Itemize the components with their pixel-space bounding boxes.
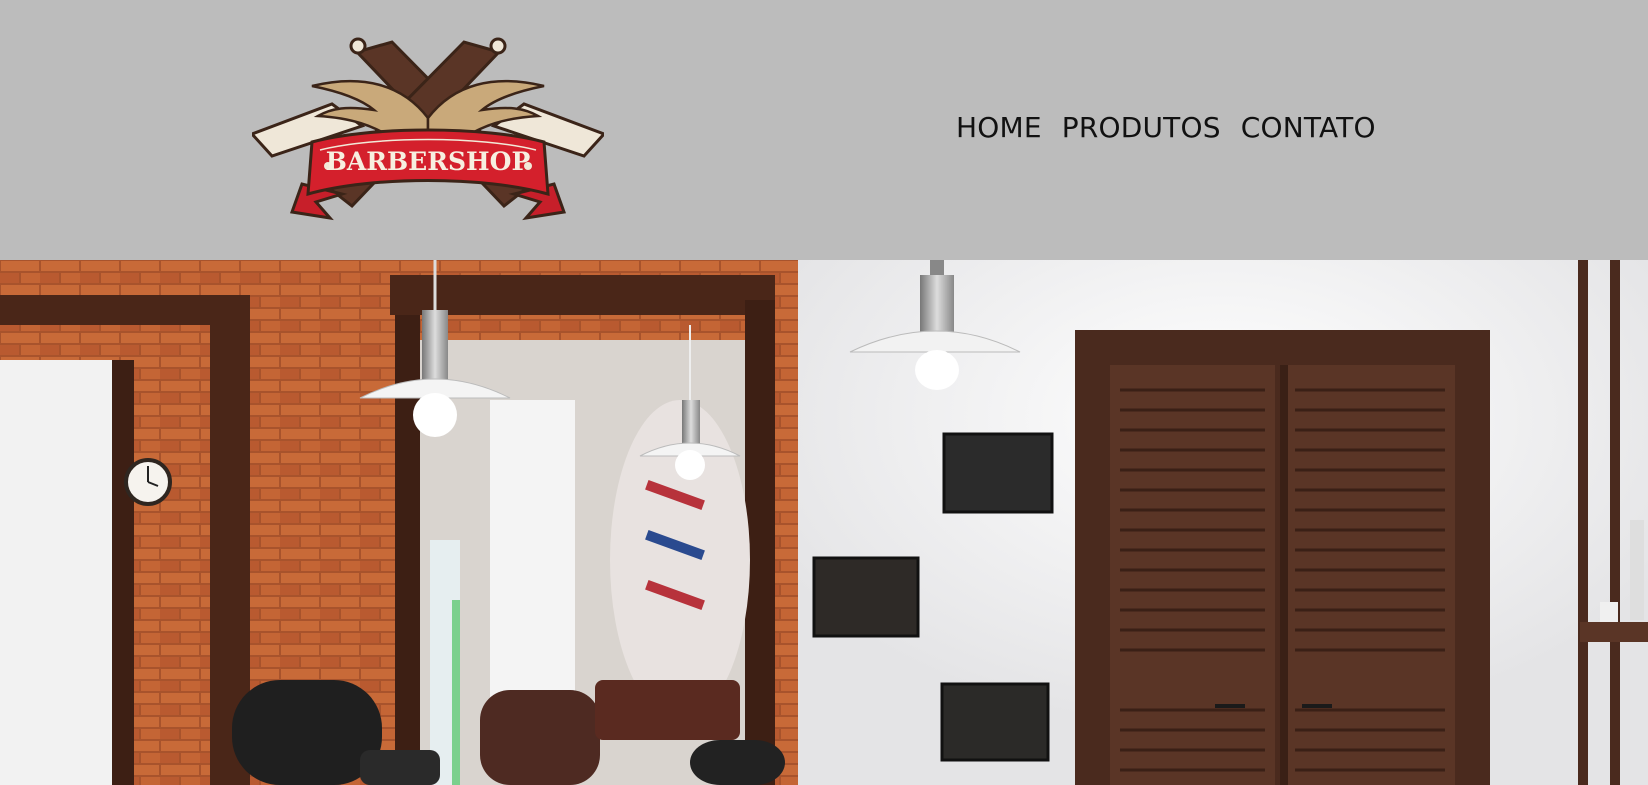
logo-text: BARBERSHOP (326, 147, 531, 176)
nav-contato[interactable]: CONTATO (1241, 110, 1376, 146)
barbershop-interior-photo (0, 260, 1648, 785)
site-header: BARBERSHOP HOME PRODUTOS CONTATO (0, 0, 1648, 260)
hero-banner (0, 260, 1648, 785)
nav-home[interactable]: HOME (956, 110, 1042, 146)
main-nav: HOME PRODUTOS CONTATO (956, 110, 1376, 146)
nav-produtos[interactable]: PRODUTOS (1062, 110, 1221, 146)
barbershop-logo[interactable]: BARBERSHOP (252, 34, 604, 232)
crossed-razors-wings-icon: BARBERSHOP (252, 37, 604, 221)
